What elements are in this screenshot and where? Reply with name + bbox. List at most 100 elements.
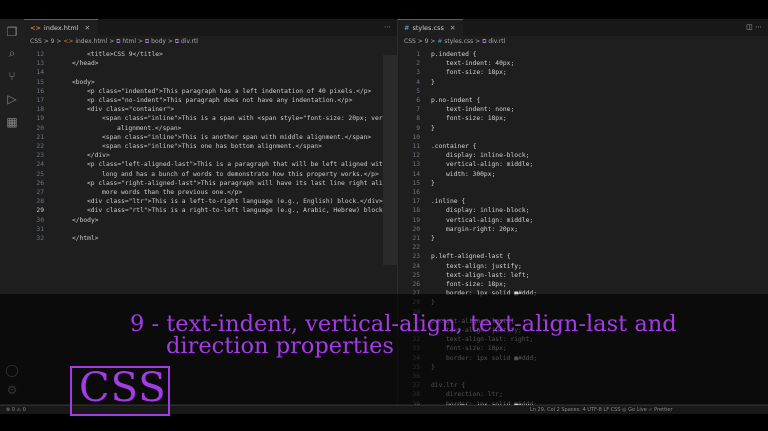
- breadcrumb-item[interactable]: div.rtl: [488, 38, 505, 45]
- source-control-icon[interactable]: ⑂: [5, 69, 19, 83]
- code-line[interactable]: 24 text-align: justify;: [398, 262, 768, 271]
- code-line[interactable]: 31: [24, 225, 397, 234]
- line-number: 21: [36, 133, 44, 141]
- code-line[interactable]: 27 more words than the previous one.</p>: [24, 188, 397, 197]
- code-text: }: [431, 124, 435, 132]
- code-line[interactable]: 2 text-indent: 40px;: [398, 59, 768, 68]
- code-line[interactable]: 21 <span class="inline">This is another s…: [24, 133, 397, 142]
- scroll-overflow-shade: [383, 55, 397, 265]
- code-line[interactable]: 18 <div class="container">: [24, 105, 397, 114]
- code-line[interactable]: 8 font-size: 18px;: [398, 114, 768, 123]
- code-line[interactable]: 16 <p class="indented">This paragraph has…: [24, 87, 397, 96]
- code-line[interactable]: 7 text-indent: none;: [398, 105, 768, 114]
- bottom-bar: [0, 414, 768, 431]
- code-line[interactable]: 25 text-align-last: left;: [398, 271, 768, 280]
- code-line[interactable]: 20 alignment.</span>: [24, 124, 397, 133]
- line-number: 27: [36, 189, 44, 196]
- code-line[interactable]: 14: [24, 68, 397, 77]
- code-line[interactable]: 9}: [398, 124, 768, 133]
- split-editor-icon[interactable]: ◫ ⋯: [746, 19, 762, 36]
- code-line[interactable]: 16: [398, 188, 768, 197]
- line-number: 32: [36, 235, 44, 242]
- breadcrumb-item[interactable]: CSS: [30, 38, 42, 45]
- search-icon[interactable]: ⌕: [5, 46, 19, 60]
- line-number: 17: [412, 198, 420, 206]
- code-text: display: inline-block;: [446, 152, 530, 160]
- more-actions-icon[interactable]: ⋯: [384, 19, 391, 36]
- close-icon[interactable]: ✕: [85, 24, 90, 32]
- code-text: width: 300px;: [446, 170, 496, 178]
- breadcrumb-item[interactable]: div.rtl: [181, 38, 198, 45]
- close-icon[interactable]: ✕: [450, 24, 455, 32]
- code-line[interactable]: 22: [398, 243, 768, 252]
- code-text: font-size: 18px;: [446, 69, 507, 77]
- code-text: </head>: [72, 60, 99, 68]
- code-line[interactable]: 32 </html>: [24, 234, 397, 243]
- code-line[interactable]: 23 p.left-aligned-last {: [398, 252, 768, 261]
- code-line[interactable]: 3 font-size: 18px;: [398, 68, 768, 77]
- breadcrumb-item[interactable]: html: [122, 38, 136, 45]
- code-line[interactable]: 21}: [398, 234, 768, 243]
- code-line[interactable]: 1 p.indented {: [398, 50, 768, 59]
- code-line[interactable]: 20 margin-right: 20px;: [398, 225, 768, 234]
- code-line[interactable]: 12 display: inline-block;: [398, 151, 768, 160]
- run-debug-icon[interactable]: ▷: [5, 92, 19, 106]
- code-line[interactable]: 24 <p class="left-aligned-last">This is a…: [24, 160, 397, 169]
- code-line[interactable]: 10: [398, 133, 768, 142]
- code-line[interactable]: 26 font-size: 18px;: [398, 280, 768, 289]
- tab-styles-css[interactable]: # styles.css ✕: [398, 19, 464, 36]
- status-info[interactable]: Ln 29, Col 2 Spaces: 4 UTF-8 LF CSS ◎ Go…: [530, 406, 673, 414]
- code-text: more words than the previous one.</p>: [102, 189, 243, 196]
- code-line[interactable]: 11 .container {: [398, 142, 768, 151]
- code-text: .container {: [431, 143, 477, 150]
- line-number: 24: [36, 161, 44, 169]
- line-number: 7: [416, 106, 420, 114]
- code-line[interactable]: 5: [398, 87, 768, 96]
- code-line[interactable]: 28 <div class="ltr">This is a left-to-rig…: [24, 197, 397, 206]
- code-line[interactable]: 22 <span class="inline">This one has bott…: [24, 142, 397, 151]
- line-number: 15: [36, 78, 44, 86]
- code-line[interactable]: 13 </head>: [24, 59, 397, 68]
- line-number: 13: [412, 161, 420, 169]
- code-line[interactable]: 14 width: 300px;: [398, 170, 768, 179]
- code-text: p.left-aligned-last {: [431, 253, 511, 261]
- code-line[interactable]: 18 display: inline-block;: [398, 206, 768, 215]
- tab-label: index.html: [43, 24, 79, 32]
- code-line[interactable]: 4}: [398, 78, 768, 87]
- code-line[interactable]: 17 .inline {: [398, 197, 768, 206]
- code-line[interactable]: 12 <title>CSS 9</title>: [24, 50, 397, 59]
- code-line[interactable]: 23 </div>: [24, 151, 397, 160]
- breadcrumb-item[interactable]: styles.css: [444, 38, 473, 45]
- line-number: 14: [36, 69, 44, 77]
- code-text: <div class="ltr">This is a left-to-right…: [87, 198, 383, 206]
- code-text: <title>CSS 9</title>: [87, 51, 163, 58]
- code-line[interactable]: 19 vertical-align: middle;: [398, 216, 768, 225]
- tab-index-html[interactable]: <> index.html ✕: [24, 19, 99, 36]
- code-line[interactable]: 25 long and has a bunch of words to demon…: [24, 170, 397, 179]
- line-number: 22: [36, 143, 44, 150]
- code-line[interactable]: 26 <p class="right-aligned-last">This par…: [24, 179, 397, 188]
- code-text: }: [431, 235, 435, 242]
- line-number: 31: [36, 225, 44, 233]
- code-line[interactable]: 19 <span class="inline">This is a span wi…: [24, 114, 397, 123]
- code-line[interactable]: 29 <div class="rtl">This is a right-to-le…: [24, 206, 397, 215]
- code-line[interactable]: 13 vertical-align: middle;: [398, 160, 768, 169]
- code-line[interactable]: 15}: [398, 179, 768, 188]
- code-line[interactable]: 6 p.no-indent {: [398, 96, 768, 105]
- breadcrumb-item[interactable]: 9: [51, 38, 55, 45]
- breadcrumb-item[interactable]: body: [151, 38, 166, 45]
- code-line[interactable]: 15 <body>: [24, 78, 397, 87]
- problems-indicator[interactable]: ⊗ 0 ⚠ 0: [6, 406, 26, 414]
- line-number: 25: [36, 170, 44, 178]
- breadcrumb-item[interactable]: index.html: [75, 38, 107, 45]
- extensions-icon[interactable]: ▦: [5, 115, 19, 129]
- breadcrumb-item[interactable]: CSS: [404, 38, 416, 45]
- files-icon[interactable]: ❐: [5, 25, 19, 39]
- element-icon: ⧉: [482, 38, 487, 45]
- css-file-icon: #: [404, 24, 410, 32]
- code-line[interactable]: 17 <p class="no-indent">This paragraph do…: [24, 96, 397, 105]
- line-number: 29: [36, 207, 44, 215]
- line-number: 21: [412, 235, 420, 242]
- code-line[interactable]: 30 </body>: [24, 216, 397, 225]
- breadcrumb-item[interactable]: 9: [425, 38, 429, 45]
